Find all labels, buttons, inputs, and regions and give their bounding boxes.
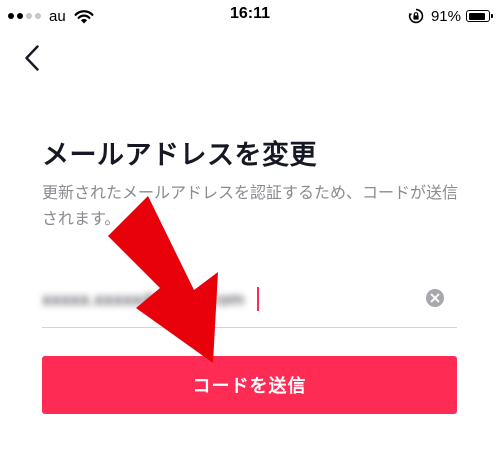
battery-percentage: 91% — [430, 7, 461, 25]
email-field[interactable] — [42, 276, 457, 328]
battery-icon — [466, 10, 493, 22]
page-title: メールアドレスを変更 — [42, 140, 317, 171]
text-caret — [257, 287, 259, 311]
signal-dot — [8, 13, 14, 19]
back-button[interactable] — [14, 40, 50, 76]
status-right: 91% — [408, 6, 493, 26]
send-code-button[interactable]: コードを送信 — [42, 356, 457, 414]
battery-level-fill — [468, 12, 485, 20]
signal-dot — [26, 13, 32, 19]
rotation-lock-icon — [408, 8, 424, 24]
signal-dot — [17, 13, 23, 19]
status-bar: au 16:11 91% — [0, 0, 500, 32]
clear-input-button[interactable] — [425, 288, 445, 308]
cellular-signal-icon — [8, 13, 41, 19]
carrier-name: au — [49, 7, 66, 25]
status-left: au — [8, 6, 94, 26]
signal-dot — [35, 13, 41, 19]
page-description: 更新されたメールアドレスを認証するため、コードが送信されます。 — [42, 183, 459, 228]
email-input[interactable] — [42, 282, 402, 316]
chevron-left-icon — [25, 45, 39, 71]
wifi-icon — [74, 9, 94, 23]
clear-circle-icon — [426, 289, 444, 307]
